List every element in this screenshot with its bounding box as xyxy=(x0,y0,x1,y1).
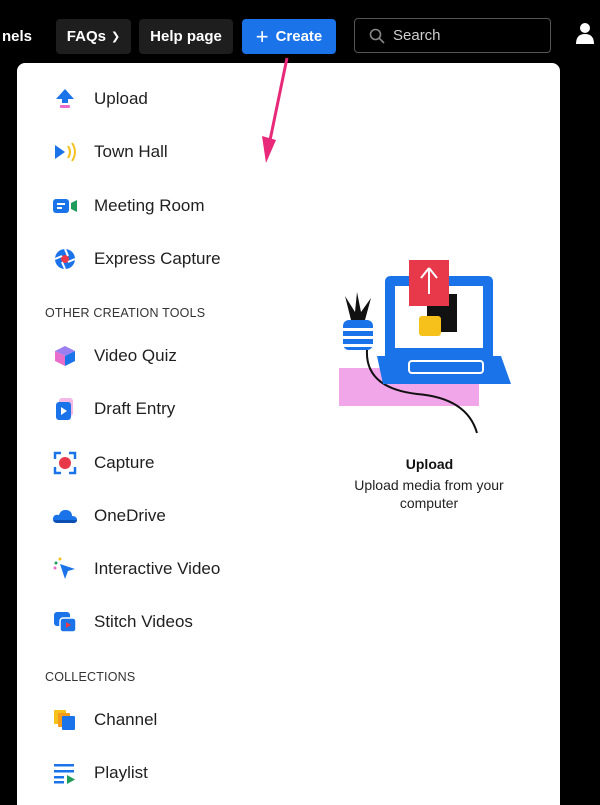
upload-icon xyxy=(52,86,78,112)
menu-item-label: Upload xyxy=(94,89,148,108)
menu-item-onedrive[interactable]: OneDrive xyxy=(52,501,166,531)
plant-icon xyxy=(343,292,373,350)
menu-item-label: Capture xyxy=(94,453,155,472)
user-icon[interactable] xyxy=(576,22,594,44)
menu-item-label: Channel xyxy=(94,710,158,729)
menu-item-channel[interactable]: Channel xyxy=(52,705,157,735)
menu-item-label: Express Capture xyxy=(94,249,221,268)
channels-nav-label: nels xyxy=(2,28,33,45)
town-hall-icon xyxy=(52,139,78,165)
plus-icon: + xyxy=(255,23,269,49)
menu-item-playlist[interactable]: Playlist xyxy=(52,758,148,788)
menu-item-label: Draft Entry xyxy=(94,399,176,418)
help-page-button[interactable]: Help page xyxy=(139,19,233,54)
section-heading-collections: COLLECTIONS xyxy=(45,670,136,684)
menu-item-draft-entry[interactable]: Draft Entry xyxy=(52,394,175,424)
menu-item-label: Interactive Video xyxy=(94,559,221,578)
channel-icon xyxy=(52,707,78,733)
create-button[interactable]: + Create xyxy=(242,19,336,54)
create-dropdown-menu: Upload Town Hall Meeting Room Express Ca… xyxy=(17,63,560,805)
express-capture-icon xyxy=(52,246,78,272)
menu-item-capture[interactable]: Capture xyxy=(52,448,154,478)
onedrive-icon xyxy=(52,503,78,529)
faqs-dropdown-button[interactable]: FAQs ❯ xyxy=(56,19,131,54)
chevron-down-icon: ❯ xyxy=(110,31,121,43)
menu-item-express-capture[interactable]: Express Capture xyxy=(52,244,221,274)
playlist-icon xyxy=(52,760,78,786)
interactive-video-icon xyxy=(52,556,78,582)
menu-item-stitch-videos[interactable]: Stitch Videos xyxy=(52,607,193,637)
menu-item-label: Meeting Room xyxy=(94,196,205,215)
search-input[interactable]: Search xyxy=(354,18,551,53)
menu-item-interactive-video[interactable]: Interactive Video xyxy=(52,554,220,584)
channels-nav-link[interactable]: nels xyxy=(0,19,46,54)
top-navigation-bar: nels FAQs ❯ Help page + Create Search xyxy=(0,0,600,70)
preview-title: Upload xyxy=(405,456,454,472)
menu-item-label: Video Quiz xyxy=(94,346,177,365)
preview-description: Upload media from your computer xyxy=(354,477,504,511)
menu-item-label: Playlist xyxy=(94,763,148,782)
upload-illustration xyxy=(339,260,511,434)
create-label: Create xyxy=(275,28,323,45)
help-page-label: Help page xyxy=(150,28,222,45)
section-heading-other-tools: OTHER CREATION TOOLS xyxy=(45,306,206,320)
menu-item-label: OneDrive xyxy=(94,506,166,525)
menu-item-meeting-room[interactable]: Meeting Room xyxy=(52,191,205,221)
menu-item-label: Stitch Videos xyxy=(94,612,193,631)
search-icon xyxy=(369,28,385,44)
menu-item-upload[interactable]: Upload xyxy=(52,84,148,114)
search-placeholder: Search xyxy=(393,27,441,44)
stitch-videos-icon xyxy=(52,609,78,635)
menu-item-label: Town Hall xyxy=(94,142,168,161)
capture-icon xyxy=(52,450,78,476)
draft-entry-icon xyxy=(52,396,78,422)
menu-item-video-quiz[interactable]: Video Quiz xyxy=(52,341,177,371)
video-quiz-icon xyxy=(52,343,78,369)
menu-item-town-hall[interactable]: Town Hall xyxy=(52,137,168,167)
faqs-label: FAQs xyxy=(66,28,106,45)
meeting-room-icon xyxy=(52,193,78,219)
